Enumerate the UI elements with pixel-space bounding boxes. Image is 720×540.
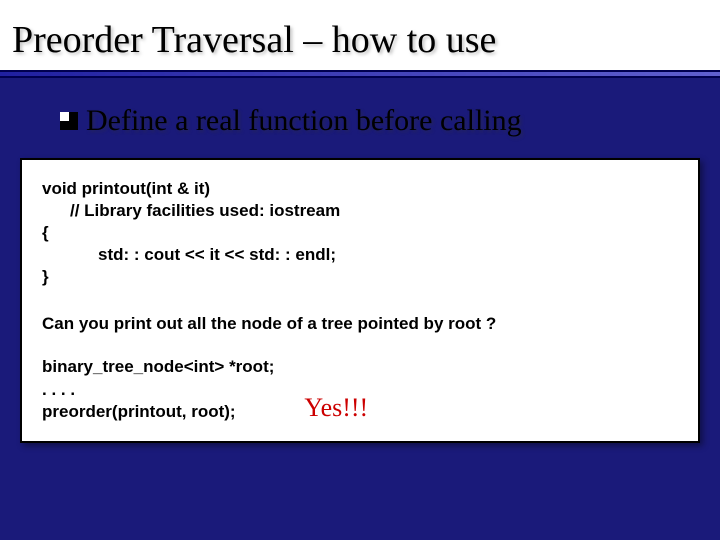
code-brace-open: { [42, 222, 678, 244]
divider-band [0, 70, 720, 78]
answer-text: Yes!!! [304, 393, 368, 423]
title-area: Preorder Traversal – how to use [0, 0, 720, 70]
spacer [42, 288, 678, 310]
code-line: binary_tree_node<int> *root; [42, 356, 274, 378]
bullet-text: Define a real function before calling [86, 104, 522, 138]
spacer [42, 334, 678, 356]
content-header: Define a real function before calling [0, 78, 720, 148]
bottom-row: binary_tree_node<int> *root; . . . . pre… [42, 356, 678, 422]
bullet-icon [60, 112, 78, 130]
code-comment: // Library facilities used: iostream [42, 200, 678, 222]
code-box: void printout(int & it) // Library facil… [20, 158, 700, 443]
question-text: Can you print out all the node of a tree… [42, 314, 678, 334]
code-line: preorder(printout, root); [42, 401, 274, 423]
bottom-code-block: binary_tree_node<int> *root; . . . . pre… [42, 356, 274, 422]
code-body: std: : cout << it << std: : endl; [42, 244, 678, 266]
code-line: . . . . [42, 379, 274, 401]
bullet-row: Define a real function before calling [60, 104, 690, 138]
code-brace-close: } [42, 266, 678, 288]
code-line: void printout(int & it) [42, 178, 678, 200]
slide-title: Preorder Traversal – how to use [12, 18, 708, 62]
